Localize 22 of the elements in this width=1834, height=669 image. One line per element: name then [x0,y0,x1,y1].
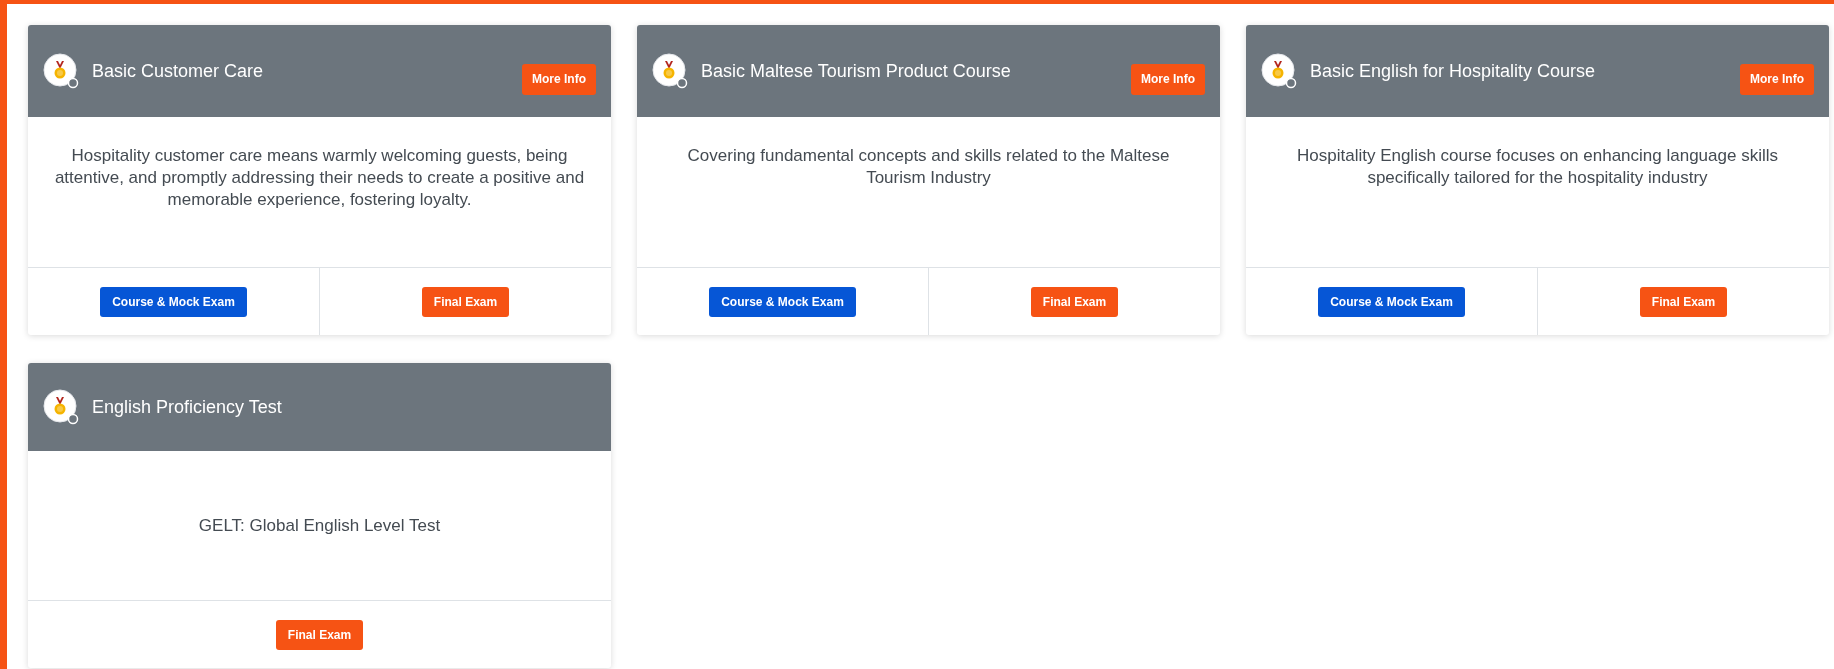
exam-button[interactable]: Course & Mock Exam [100,286,247,317]
exam-button[interactable]: Final Exam [1030,286,1119,317]
course-description: Covering fundamental concepts and skills related to the Maltese Tourism Industry [686,145,1171,189]
exam-button[interactable]: Final Exam [421,286,510,317]
course-title: Basic English for Hospitality Course [1310,59,1597,83]
course-description: Hospitality customer care means warmly welcoming guests, being attentive, and promptly addressing their needs to create a positive and memorable experience, fostering loyalty. [53,145,586,211]
exam-button[interactable]: Final Exam [275,619,364,650]
medal-icon [652,53,688,89]
medal-icon [1261,53,1297,89]
more-info-button[interactable]: More Info [1740,63,1814,95]
exam-button[interactable]: Course & Mock Exam [1318,286,1465,317]
course-description: Hospitality English course focuses on enhancing language skills specifically tailored for the hospitality industry [1296,145,1779,189]
medal-icon [43,53,79,89]
course-title: English Proficiency Test [92,395,283,419]
exam-button[interactable]: Final Exam [1639,286,1728,317]
more-info-button[interactable]: More Info [522,63,596,95]
exam-button[interactable]: Course & Mock Exam [709,286,856,317]
course-title: Basic Maltese Tourism Product Course [701,59,1012,83]
medal-icon [43,389,79,425]
course-title: Basic Customer Care [92,59,265,83]
course-description: GELT: Global English Level Test [198,514,441,537]
more-info-button[interactable]: More Info [1131,63,1205,95]
